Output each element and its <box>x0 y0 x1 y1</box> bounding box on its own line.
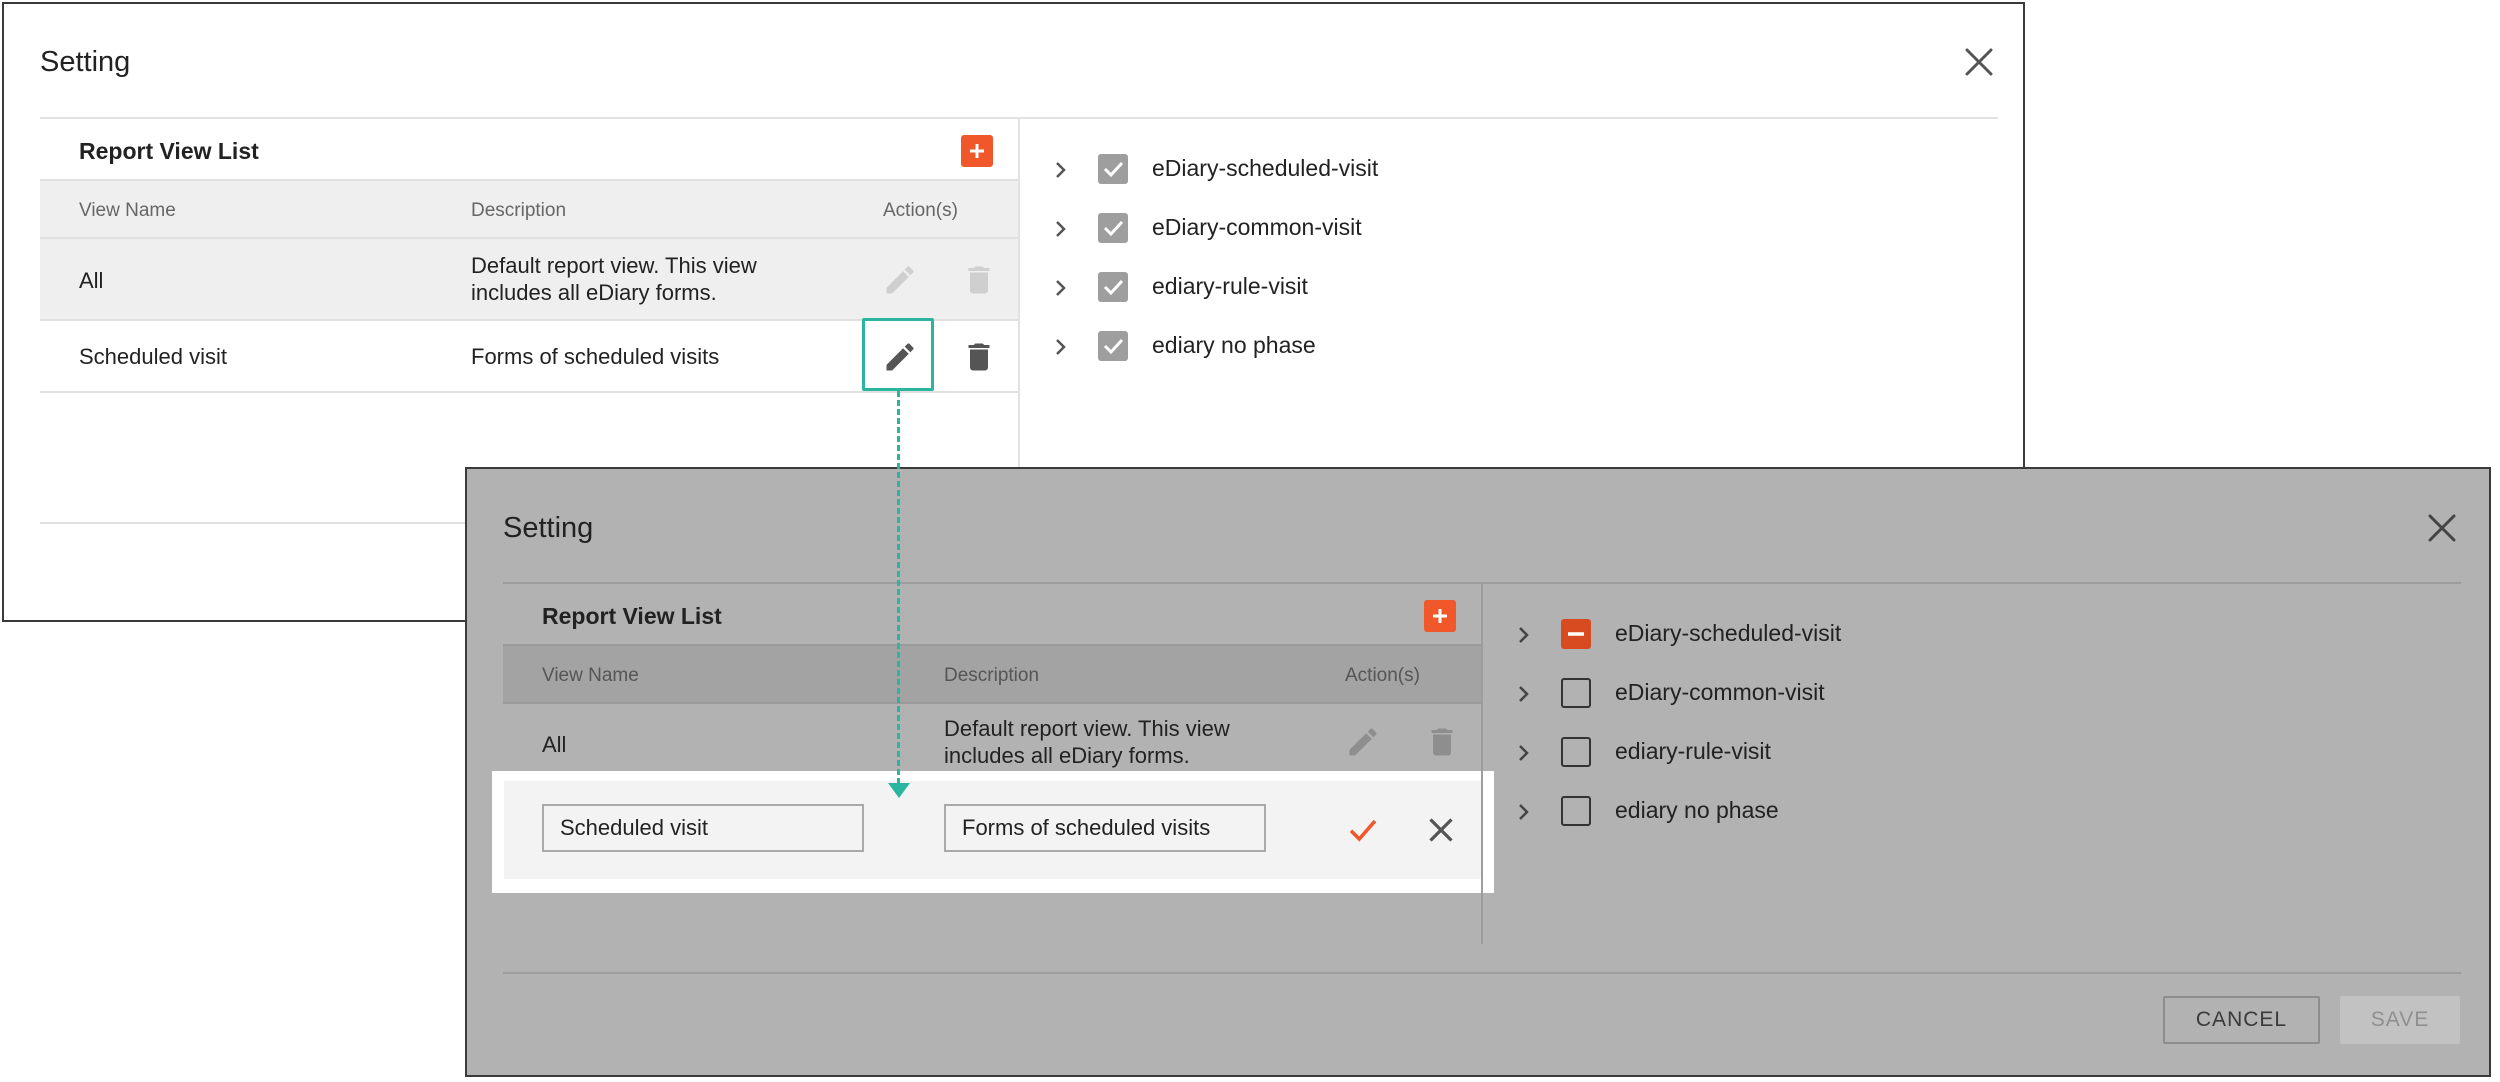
dialog-title: Setting <box>503 512 594 544</box>
view-name-cell: All <box>79 268 104 293</box>
trash-icon[interactable] <box>961 339 997 375</box>
checkbox-checked-icon[interactable] <box>1098 331 1128 361</box>
tree-item-label: ediary no phase <box>1152 332 1316 358</box>
annotation-arrow-line <box>897 391 900 784</box>
close-icon[interactable] <box>1962 45 1996 79</box>
table-header: View Name Description Action(s) <box>503 644 1481 704</box>
dialog-title: Setting <box>40 46 131 78</box>
checkbox-unchecked-icon[interactable] <box>1561 678 1591 708</box>
tree-item[interactable]: ediary-rule-visit <box>1048 268 1648 308</box>
description-input[interactable] <box>944 804 1266 852</box>
checkbox-unchecked-icon[interactable] <box>1561 796 1591 826</box>
table-header: View Name Description Action(s) <box>40 179 1018 239</box>
trash-icon <box>961 262 997 298</box>
description-cell: Default report view. This view includes … <box>471 253 757 305</box>
col-description: Description <box>471 200 567 221</box>
tree-item[interactable]: eDiary-scheduled-visit <box>1511 615 2111 655</box>
col-description: Description <box>944 665 1040 686</box>
tree-item-label: eDiary-common-visit <box>1615 679 1825 705</box>
view-name-cell: All <box>542 732 567 757</box>
tree-item-label: ediary no phase <box>1615 797 1779 823</box>
chevron-right-icon[interactable] <box>1511 682 1535 706</box>
tree-item-label: eDiary-common-visit <box>1152 214 1362 240</box>
col-view-name: View Name <box>79 200 176 221</box>
chevron-right-icon[interactable] <box>1048 276 1072 300</box>
checkbox-checked-icon[interactable] <box>1098 154 1128 184</box>
add-icon <box>970 144 984 158</box>
col-view-name: View Name <box>542 665 639 686</box>
checkbox-unchecked-icon[interactable] <box>1561 737 1591 767</box>
checkmark-icon[interactable] <box>1345 812 1381 848</box>
chevron-right-icon[interactable] <box>1511 741 1535 765</box>
view-name-cell: Scheduled visit <box>79 344 227 369</box>
col-actions: Action(s) <box>883 200 958 221</box>
chevron-right-icon[interactable] <box>1048 335 1072 359</box>
save-button[interactable]: SAVE <box>2340 996 2460 1044</box>
footer-divider <box>503 972 2461 974</box>
annotation-arrow-head <box>888 783 910 798</box>
description-cell: Default report view. This view includes … <box>944 716 1230 768</box>
add-icon <box>1433 609 1447 623</box>
setting-dialog-front: Setting Report View List View Name Descr… <box>465 467 2491 1077</box>
table-row[interactable]: All Default report view. This view inclu… <box>40 239 1018 321</box>
tree-item-label: eDiary-scheduled-visit <box>1152 155 1379 181</box>
tree-item[interactable]: ediary-rule-visit <box>1511 733 2111 773</box>
table-row[interactable]: All Default report view. This view inclu… <box>503 704 1481 776</box>
trash-icon <box>1424 724 1460 760</box>
tree-item[interactable]: eDiary-common-visit <box>1048 209 1648 249</box>
tree-item[interactable]: ediary no phase <box>1048 327 1648 367</box>
tree-item[interactable]: eDiary-scheduled-visit <box>1048 150 1648 190</box>
chevron-right-icon[interactable] <box>1511 800 1535 824</box>
cancel-button[interactable]: CANCEL <box>2163 996 2320 1044</box>
close-icon[interactable] <box>2425 511 2459 545</box>
tree-item[interactable]: eDiary-common-visit <box>1511 674 2111 714</box>
edit-button-highlight <box>862 318 934 391</box>
panel-divider <box>1018 119 1020 469</box>
close-icon[interactable] <box>1423 812 1459 848</box>
col-actions: Action(s) <box>1345 665 1420 686</box>
panel-title: Report View List <box>542 603 722 629</box>
checkbox-checked-icon[interactable] <box>1098 213 1128 243</box>
panel-divider <box>1481 584 1483 944</box>
tree-item-label: ediary-rule-visit <box>1152 273 1308 299</box>
chevron-right-icon[interactable] <box>1511 623 1535 647</box>
tree-item[interactable]: ediary no phase <box>1511 792 2111 832</box>
checkbox-indeterminate-icon[interactable] <box>1561 619 1591 649</box>
tree-item-label: ediary-rule-visit <box>1615 738 1771 764</box>
chevron-right-icon[interactable] <box>1048 158 1072 182</box>
table-row-editing[interactable] <box>504 781 1482 879</box>
chevron-right-icon[interactable] <box>1048 217 1072 241</box>
panel-title: Report View List <box>79 138 259 164</box>
description-cell: Forms of scheduled visits <box>471 344 720 369</box>
pencil-icon <box>1345 724 1381 760</box>
add-view-button[interactable] <box>1424 600 1456 632</box>
checkbox-checked-icon[interactable] <box>1098 272 1128 302</box>
view-name-input[interactable] <box>542 804 864 852</box>
pencil-icon <box>882 262 918 298</box>
edit-row-highlight <box>492 771 1494 893</box>
tree-item-label: eDiary-scheduled-visit <box>1615 620 1842 646</box>
add-view-button[interactable] <box>961 135 993 167</box>
